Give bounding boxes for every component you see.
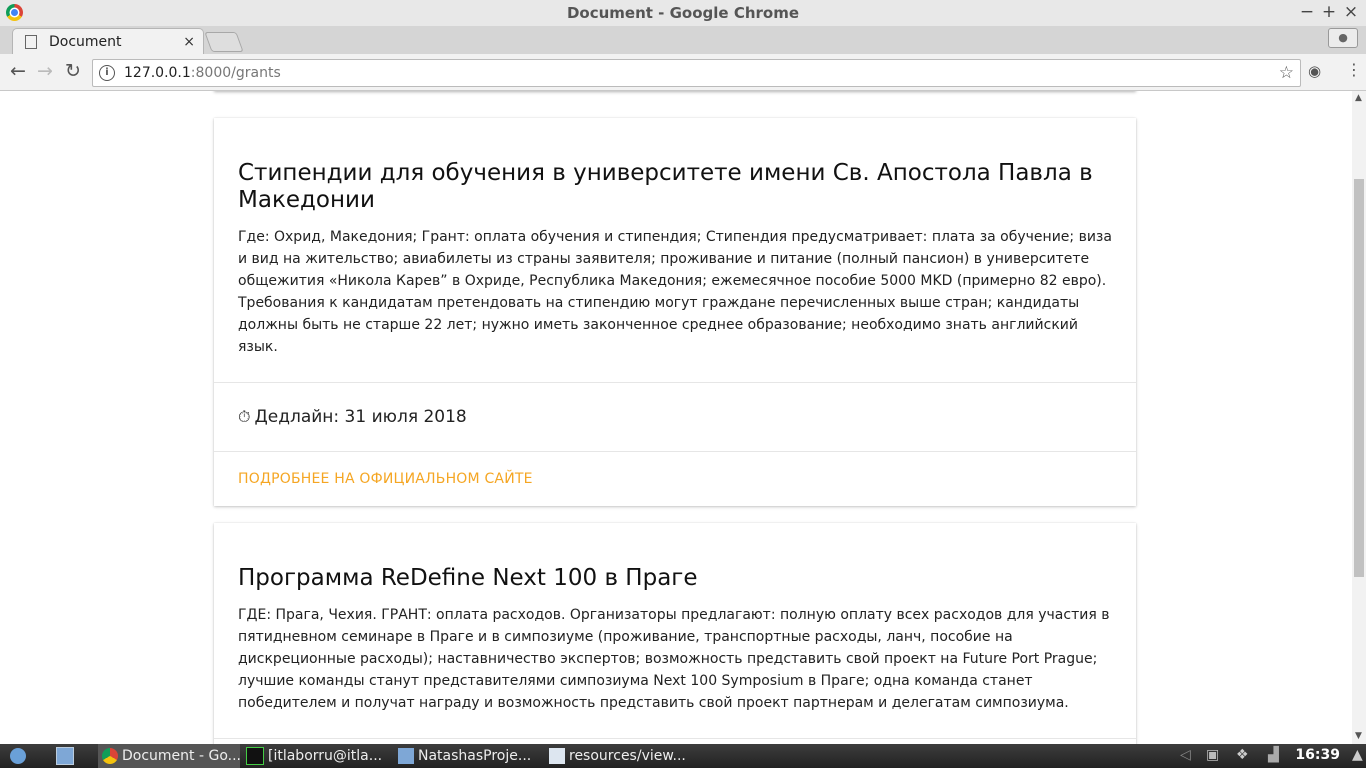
grant-card: Программа ReDefine Next 100 в Праге ГДЕ:… [214, 523, 1136, 744]
taskbar-item-label: Document - Go... [122, 748, 240, 764]
chrome-menu-button[interactable]: ⋮ [1346, 60, 1362, 79]
window-titlebar: Document - Google Chrome − + × [0, 0, 1366, 26]
browser-toolbar: ← → ↻ i 127.0.0.1:8000/grants ☆ ◉ ⋮ [0, 54, 1366, 91]
taskbar-clock[interactable]: 16:39 [1295, 747, 1340, 763]
system-taskbar: Document - Go... [itlaborru@itla... Nata… [0, 744, 1366, 768]
page-viewport: Стипендии для обучения в университете им… [0, 91, 1352, 744]
maximize-button[interactable]: + [1319, 2, 1339, 22]
taskbar-item-label: [itlaborru@itla... [268, 748, 383, 764]
card-divider [214, 738, 1136, 739]
signal-icon[interactable]: ▟ [1268, 747, 1279, 763]
url-text: 127.0.0.1:8000/grants [124, 65, 281, 81]
deadline-text: Дедлайн: 31 июля 2018 [254, 407, 467, 427]
start-icon [10, 748, 26, 764]
tab-document[interactable]: Document × [12, 28, 204, 55]
grant-card: Стипендии для обучения в университете им… [214, 118, 1136, 506]
stopwatch-icon: ⏱ [238, 407, 251, 426]
reload-button[interactable]: ↻ [61, 60, 85, 82]
start-menu-button[interactable] [10, 744, 38, 768]
forward-button[interactable]: → [33, 60, 57, 82]
url-host: 127.0.0.1 [124, 65, 191, 81]
bookmark-star-icon[interactable]: ☆ [1279, 63, 1294, 83]
taskbar-item-label: resources/view... [569, 748, 686, 764]
folder-icon [398, 748, 414, 764]
grant-title: Программа ReDefine Next 100 в Праге [238, 565, 698, 591]
grant-title: Стипендии для обучения в университете им… [238, 160, 1093, 213]
extension-icon[interactable]: ◉ [1308, 62, 1321, 80]
close-window-button[interactable]: × [1341, 2, 1361, 22]
desktop-icon [56, 747, 74, 765]
tab-strip: Document × ● [0, 26, 1366, 55]
scroll-up-icon[interactable]: ▲ [1355, 93, 1362, 103]
page-scrollbar[interactable]: ▲ ▼ [1352, 91, 1366, 744]
chrome-logo-icon [6, 4, 23, 21]
back-button[interactable]: ← [6, 60, 30, 82]
grant-deadline: ⏱ Дедлайн: 31 июля 2018 [214, 383, 1136, 451]
url-path: :8000/grants [190, 65, 281, 81]
new-tab-button[interactable] [204, 32, 244, 52]
scroll-down-icon[interactable]: ▼ [1355, 731, 1362, 741]
text-editor-icon [549, 748, 565, 764]
document-icon [25, 35, 37, 49]
terminal-icon [246, 747, 264, 765]
grant-description: ГДЕ: Прага, Чехия. ГРАНТ: оплата расходо… [238, 607, 1110, 711]
address-bar[interactable]: i 127.0.0.1:8000/grants ☆ [92, 59, 1301, 87]
taskbar-item-files[interactable]: NatashasProje... [398, 744, 538, 768]
chrome-icon [102, 748, 118, 764]
taskbar-item-label: NatashasProje... [418, 748, 532, 764]
site-info-icon[interactable]: i [99, 65, 115, 81]
grant-description: Где: Охрид, Македония; Грант: оплата обу… [238, 229, 1112, 355]
dropbox-icon[interactable]: ❖ [1236, 747, 1249, 763]
show-desktop-button[interactable] [56, 744, 84, 768]
profile-icon[interactable]: ● [1328, 28, 1358, 48]
taskbar-item-editor[interactable]: resources/view... [549, 744, 691, 768]
official-site-link[interactable]: ПОДРОБНЕЕ НА ОФИЦИАЛЬНОМ САЙТЕ [214, 452, 1136, 506]
tab-close-button[interactable]: × [183, 34, 195, 50]
volume-icon[interactable]: ◁ [1180, 747, 1191, 763]
taskbar-item-chrome[interactable]: Document - Go... [98, 744, 240, 768]
minimize-button[interactable]: − [1297, 2, 1317, 22]
notification-icon[interactable]: ▲ [1352, 747, 1363, 763]
taskbar-item-terminal[interactable]: [itlaborru@itla... [246, 744, 386, 768]
network-icon[interactable]: ▣ [1206, 747, 1219, 763]
scrollbar-thumb[interactable] [1354, 179, 1364, 577]
tab-label: Document [49, 34, 122, 50]
window-title: Document - Google Chrome [566, 4, 800, 22]
